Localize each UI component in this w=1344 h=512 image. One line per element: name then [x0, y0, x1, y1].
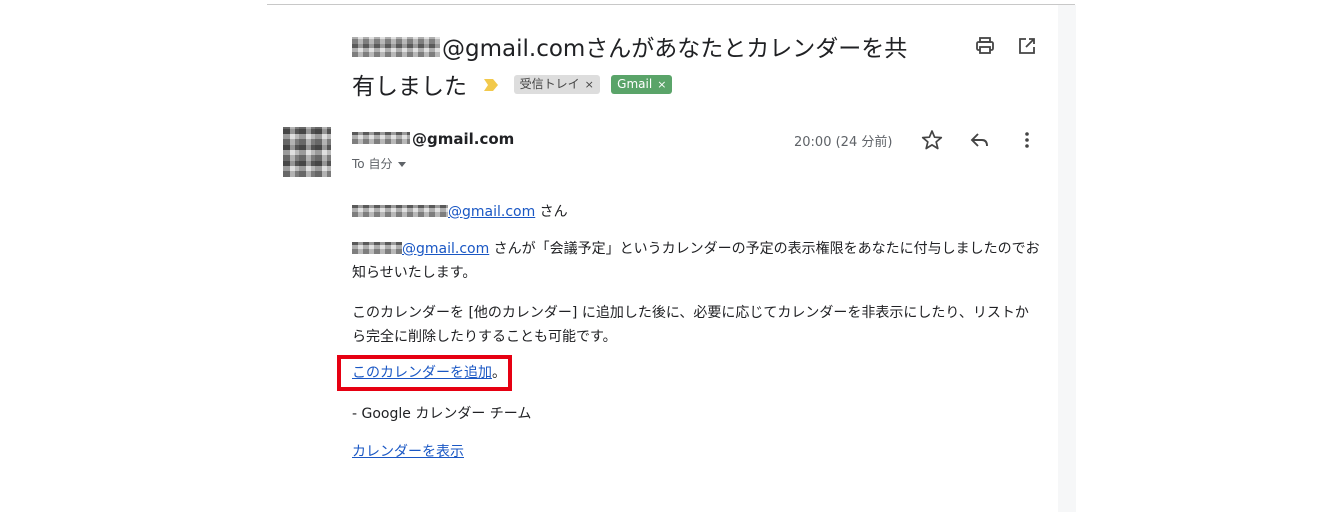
received-time: 20:00 (24 分前)	[794, 135, 893, 150]
add-calendar-suffix: 。	[492, 365, 506, 381]
share-notice-paragraph: @gmail.com さんが「会議予定」というカレンダーの予定の表示権限をあなた…	[352, 237, 1042, 285]
add-calendar-link[interactable]: このカレンダーを追加	[352, 365, 492, 381]
highlight-box: このカレンダーを追加。	[337, 355, 512, 391]
sender-domain: @gmail.com	[412, 130, 515, 148]
email-subject: @gmail.comさんがあなたとカレンダーを共 有しました 受信トレイ × Gm…	[352, 30, 962, 106]
redacted-sender-local-part	[352, 131, 410, 144]
instructions-paragraph: このカレンダーを [他のカレンダー] に追加した後に、必要に応じてカレンダーを非…	[352, 305, 1029, 345]
top-divider	[267, 4, 1075, 5]
star-icon[interactable]	[921, 129, 943, 151]
open-in-new-window-icon[interactable]	[1017, 36, 1037, 56]
label-inbox-remove-icon[interactable]: ×	[585, 78, 594, 91]
redacted-owner-name	[352, 242, 402, 254]
greeting: @gmail.com さん	[352, 200, 568, 224]
sender-avatar[interactable]	[283, 127, 331, 177]
recipient-details-toggle[interactable]: To 自分	[352, 155, 407, 172]
label-inbox[interactable]: 受信トレイ ×	[513, 75, 600, 94]
redacted-sender-name	[352, 36, 440, 57]
chevron-down-icon	[398, 162, 407, 167]
label-gmail[interactable]: Gmail ×	[611, 75, 673, 94]
owner-email-link[interactable]: @gmail.com	[402, 241, 489, 257]
reply-icon[interactable]	[969, 129, 991, 151]
subject-text-line2: 有しました	[352, 74, 467, 100]
more-vert-icon[interactable]	[1016, 129, 1038, 151]
label-gmail-remove-icon[interactable]: ×	[657, 78, 666, 91]
greeting-suffix: さん	[535, 204, 568, 220]
recipient-email-link[interactable]: @gmail.com	[448, 204, 535, 220]
subject-text-line1: @gmail.comさんがあなたとカレンダーを共	[442, 36, 908, 62]
sender-address[interactable]: @gmail.com	[352, 130, 514, 148]
recipient-text: To 自分	[352, 157, 393, 171]
print-icon[interactable]	[975, 36, 995, 56]
label-gmail-text: Gmail	[617, 77, 653, 91]
redacted-recipient-name	[352, 205, 448, 217]
view-calendar-link[interactable]: カレンダーを表示	[352, 440, 464, 464]
importance-marker-icon[interactable]	[484, 78, 499, 91]
signoff: - Google カレンダー チーム	[352, 406, 532, 422]
label-inbox-text: 受信トレイ	[519, 77, 580, 91]
scrollbar-track[interactable]	[1058, 5, 1076, 512]
